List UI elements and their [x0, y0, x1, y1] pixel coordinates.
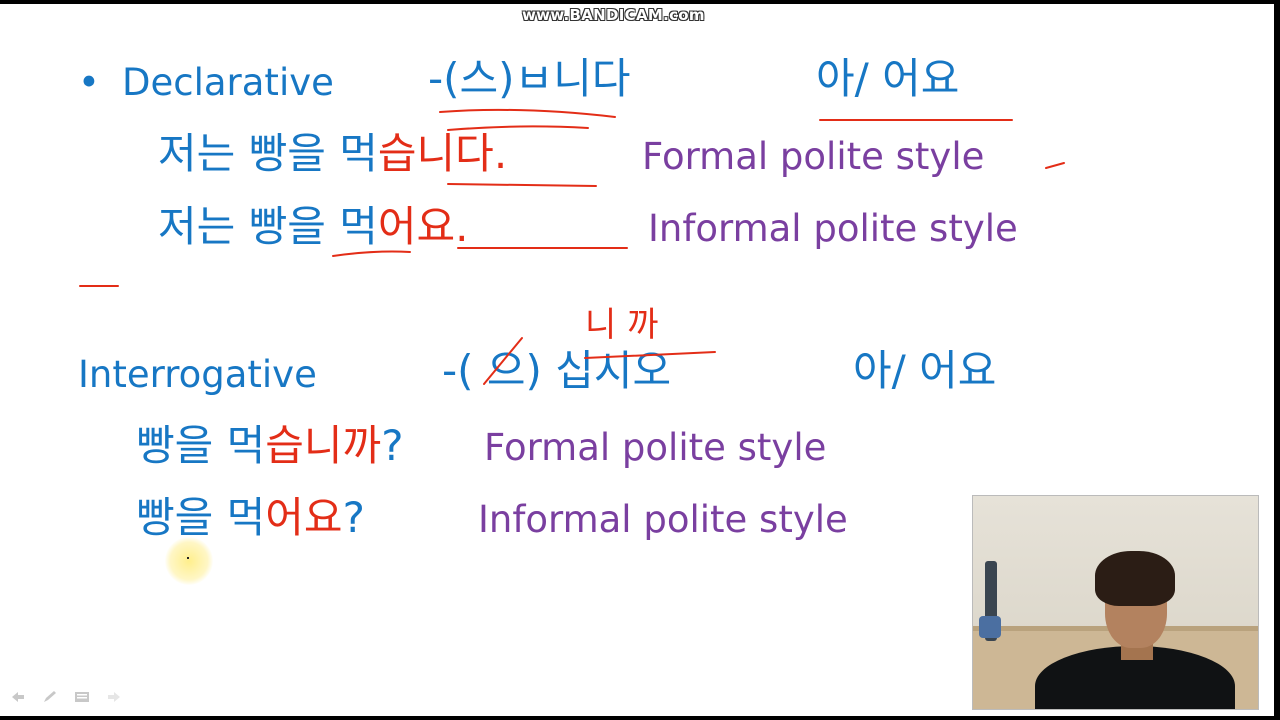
bandicam-watermark: www.BANDICAM.com — [522, 6, 705, 24]
pen-icon[interactable] — [42, 690, 58, 704]
formal-polite-style-label: Formal polite style — [642, 135, 985, 178]
interrogative-ending-informal: 아/ 어요 — [853, 346, 997, 395]
interrogative-label: Interrogative — [78, 353, 317, 396]
arrow-left-icon[interactable] — [10, 690, 26, 704]
example-ending: 습니까 — [265, 421, 382, 470]
presenter-hair — [1095, 551, 1175, 606]
example-ending: 어요. — [377, 202, 469, 251]
bullet: • — [78, 61, 100, 104]
declarative-ending-informal: 아/ 어요 — [816, 54, 960, 103]
declarative-example-informal: 저는 빵을 먹어요. — [158, 206, 469, 248]
interrogative-example-informal: 빵을 먹어요? — [136, 497, 365, 539]
underline-seumnida — [447, 183, 597, 187]
dash-mark — [1045, 162, 1065, 169]
example-stem: 빵을 먹 — [136, 493, 266, 542]
arrow-right-icon[interactable] — [106, 690, 122, 704]
example-stem: 저는 빵을 먹 — [158, 129, 378, 178]
webcam-blue-item — [979, 616, 1001, 638]
underline-ending-formal — [439, 108, 616, 118]
frame-right — [1274, 0, 1280, 720]
informal-polite-style-label: Informal polite style — [648, 207, 1018, 250]
example-stem: 저는 빵을 먹 — [158, 202, 378, 251]
example-punct: ? — [342, 493, 365, 542]
menu-icon[interactable] — [74, 690, 90, 704]
frame-top — [0, 0, 1280, 4]
declarative-ending-formal: -(스)ㅂ니다 — [428, 54, 631, 103]
example-stem: 빵을 먹 — [136, 421, 266, 470]
webcam-overlay — [972, 495, 1259, 710]
declarative-label: Declarative — [122, 61, 334, 104]
formal-polite-style-label-2: Formal polite style — [484, 426, 827, 469]
interrogative-ending-formal: -( 으) 십시오 — [442, 346, 672, 395]
example-ending: 어요 — [265, 493, 343, 542]
informal-polite-style-label-2: Informal polite style — [478, 498, 848, 541]
interrogative-example-formal: 빵을 먹습니까? — [136, 425, 404, 467]
declarative-example-formal: 저는 빵을 먹습니다. — [158, 133, 507, 175]
frame-bottom — [0, 716, 1280, 720]
example-ending: 습니다. — [377, 129, 508, 178]
underline-ppangeul — [332, 250, 411, 257]
handwritten-correction: 니 까 — [585, 305, 658, 345]
pointer-dot — [187, 557, 189, 559]
laser-pointer — [165, 537, 213, 585]
example-punct: ? — [381, 421, 404, 470]
